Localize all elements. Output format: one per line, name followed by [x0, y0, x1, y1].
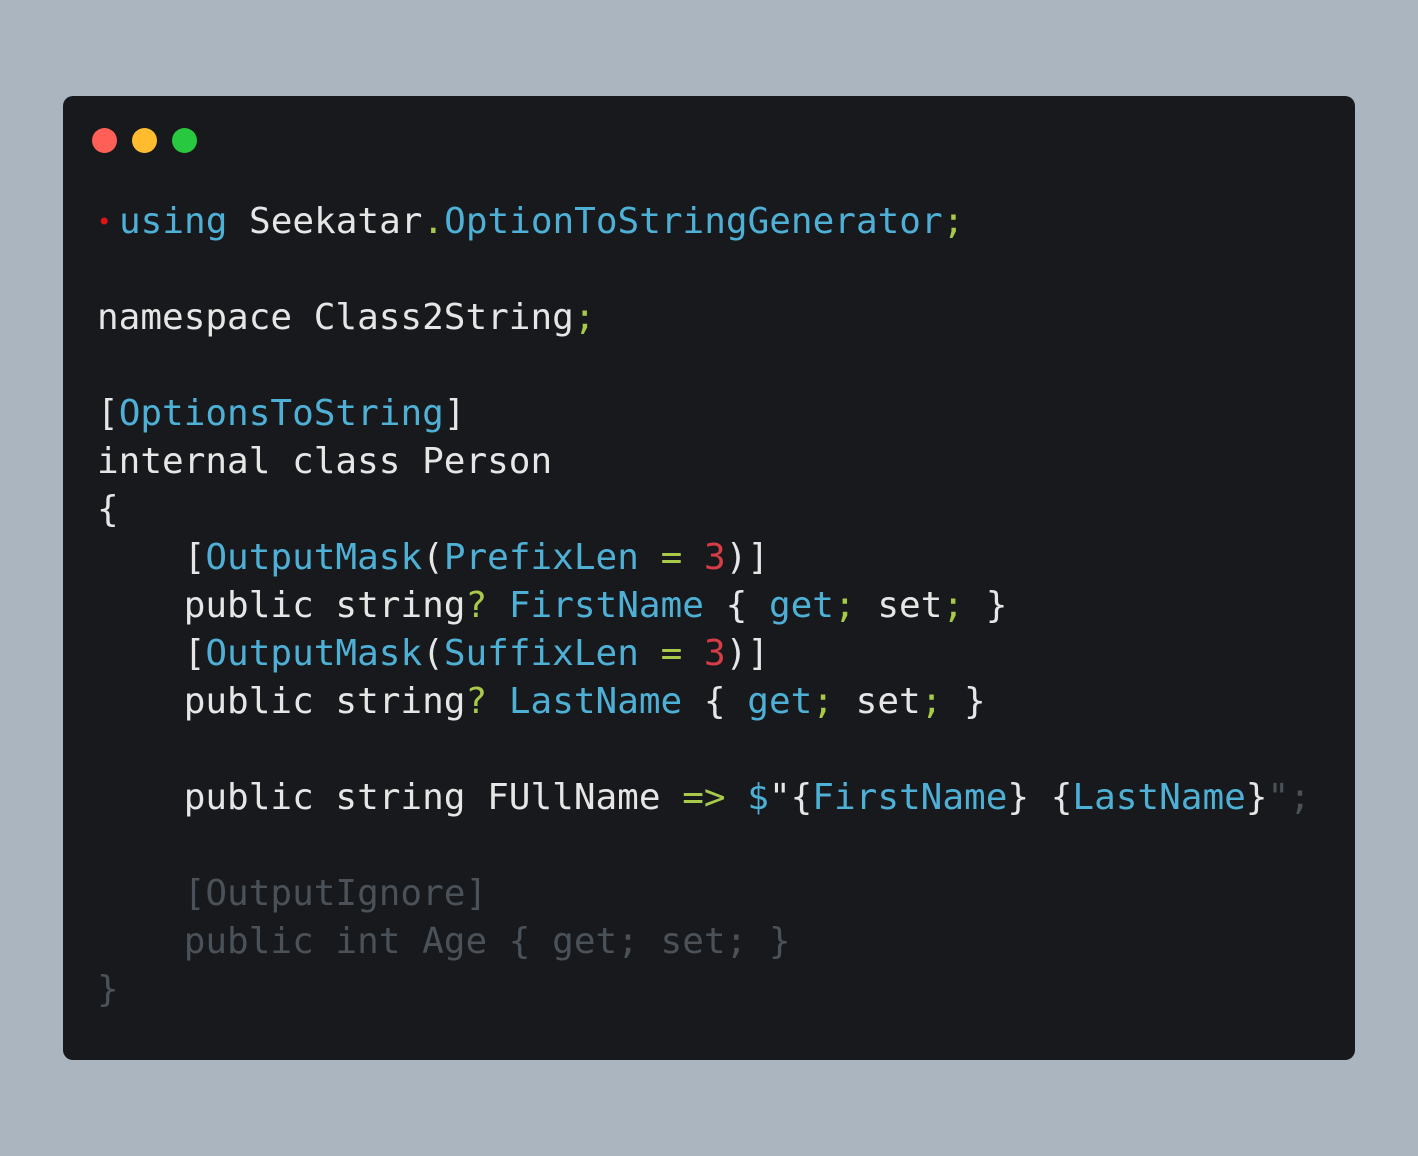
code-block: • using Seekatar.OptionToStringGenerator;…: [97, 198, 1311, 1014]
code-line: [OptionsToString]: [97, 390, 1311, 438]
code-line: {: [97, 486, 1311, 534]
code-token: .: [422, 201, 445, 242]
code-line: public int Age { get; set; }: [97, 918, 1311, 966]
minimize-dot-icon[interactable]: [132, 128, 157, 153]
code-token: (: [422, 537, 444, 578]
code-token: [OutputIgnore]: [97, 873, 488, 914]
code-token: ;: [573, 297, 596, 338]
code-token: FirstName: [812, 777, 1008, 818]
code-token: =: [660, 537, 683, 578]
code-token: ;: [942, 585, 965, 626]
code-token: } {: [1007, 777, 1073, 818]
code-token: $: [747, 777, 769, 818]
code-token: OutputMask: [205, 633, 423, 674]
code-token: using: [119, 201, 228, 242]
code-token: {: [682, 681, 748, 722]
code-line: }: [97, 966, 1311, 1014]
code-token: LastName: [1072, 777, 1246, 818]
code-line: internal class Person: [97, 438, 1311, 486]
code-token: }: [1245, 777, 1268, 818]
code-token: )]: [725, 537, 769, 578]
code-token: OptionsToString: [118, 393, 444, 434]
code-token: public string: [97, 681, 466, 722]
code-token: ?: [465, 681, 488, 722]
code-line: public string? LastName { get; set; }: [97, 678, 1311, 726]
code-token: OptionToStringGenerator: [444, 201, 943, 242]
code-token: 3: [703, 537, 726, 578]
code-token: ;: [833, 585, 856, 626]
code-token: )]: [725, 633, 769, 674]
code-token: [: [97, 393, 119, 434]
code-token: PrefixLen: [443, 537, 639, 578]
code-token: public int Age { get; set; }: [97, 921, 791, 962]
code-token: [: [97, 633, 206, 674]
code-token: ;: [920, 681, 943, 722]
code-token: Seekatar: [227, 201, 423, 242]
code-token: {: [97, 489, 119, 530]
code-token: LastName: [508, 681, 683, 722]
code-token: SuffixLen: [443, 633, 639, 674]
close-dot-icon[interactable]: [92, 128, 117, 153]
code-line: [OutputIgnore]: [97, 870, 1311, 918]
code-token: ";: [1267, 777, 1311, 818]
code-token: =: [660, 633, 683, 674]
code-token: get: [747, 681, 813, 722]
code-token: ;: [942, 201, 965, 242]
code-token: "{: [768, 777, 813, 818]
code-token: set: [855, 585, 943, 626]
code-token: namespace Class2String: [97, 297, 574, 338]
code-token: }: [97, 969, 119, 1010]
window-controls: [92, 128, 212, 153]
code-token: 3: [703, 633, 726, 674]
code-token: =>: [682, 777, 726, 818]
code-token: }: [964, 585, 1008, 626]
code-token: FirstName: [508, 585, 704, 626]
code-line: • using Seekatar.OptionToStringGenerator;: [97, 198, 1311, 246]
code-token: internal class Person: [97, 441, 553, 482]
code-token: set: [833, 681, 921, 722]
code-line: public string? FirstName { get; set; }: [97, 582, 1311, 630]
code-token: }: [942, 681, 986, 722]
code-token: (: [422, 633, 444, 674]
breakpoint-marker-icon: •: [97, 208, 112, 236]
code-line: public string FUllName => $"{FirstName} …: [97, 774, 1311, 822]
code-token: public string FUllName: [97, 777, 683, 818]
code-line: [OutputMask(SuffixLen = 3)]: [97, 630, 1311, 678]
code-line: namespace Class2String;: [97, 294, 1311, 342]
code-token: ?: [465, 585, 488, 626]
code-token: {: [703, 585, 769, 626]
code-token: ]: [443, 393, 466, 434]
maximize-dot-icon[interactable]: [172, 128, 197, 153]
code-token: OutputMask: [205, 537, 423, 578]
code-line: [OutputMask(PrefixLen = 3)]: [97, 534, 1311, 582]
code-token: public string: [97, 585, 466, 626]
code-token: ;: [812, 681, 834, 722]
code-window: • using Seekatar.OptionToStringGenerator;…: [63, 96, 1355, 1060]
code-token: get: [768, 585, 834, 626]
code-token: [: [97, 537, 206, 578]
